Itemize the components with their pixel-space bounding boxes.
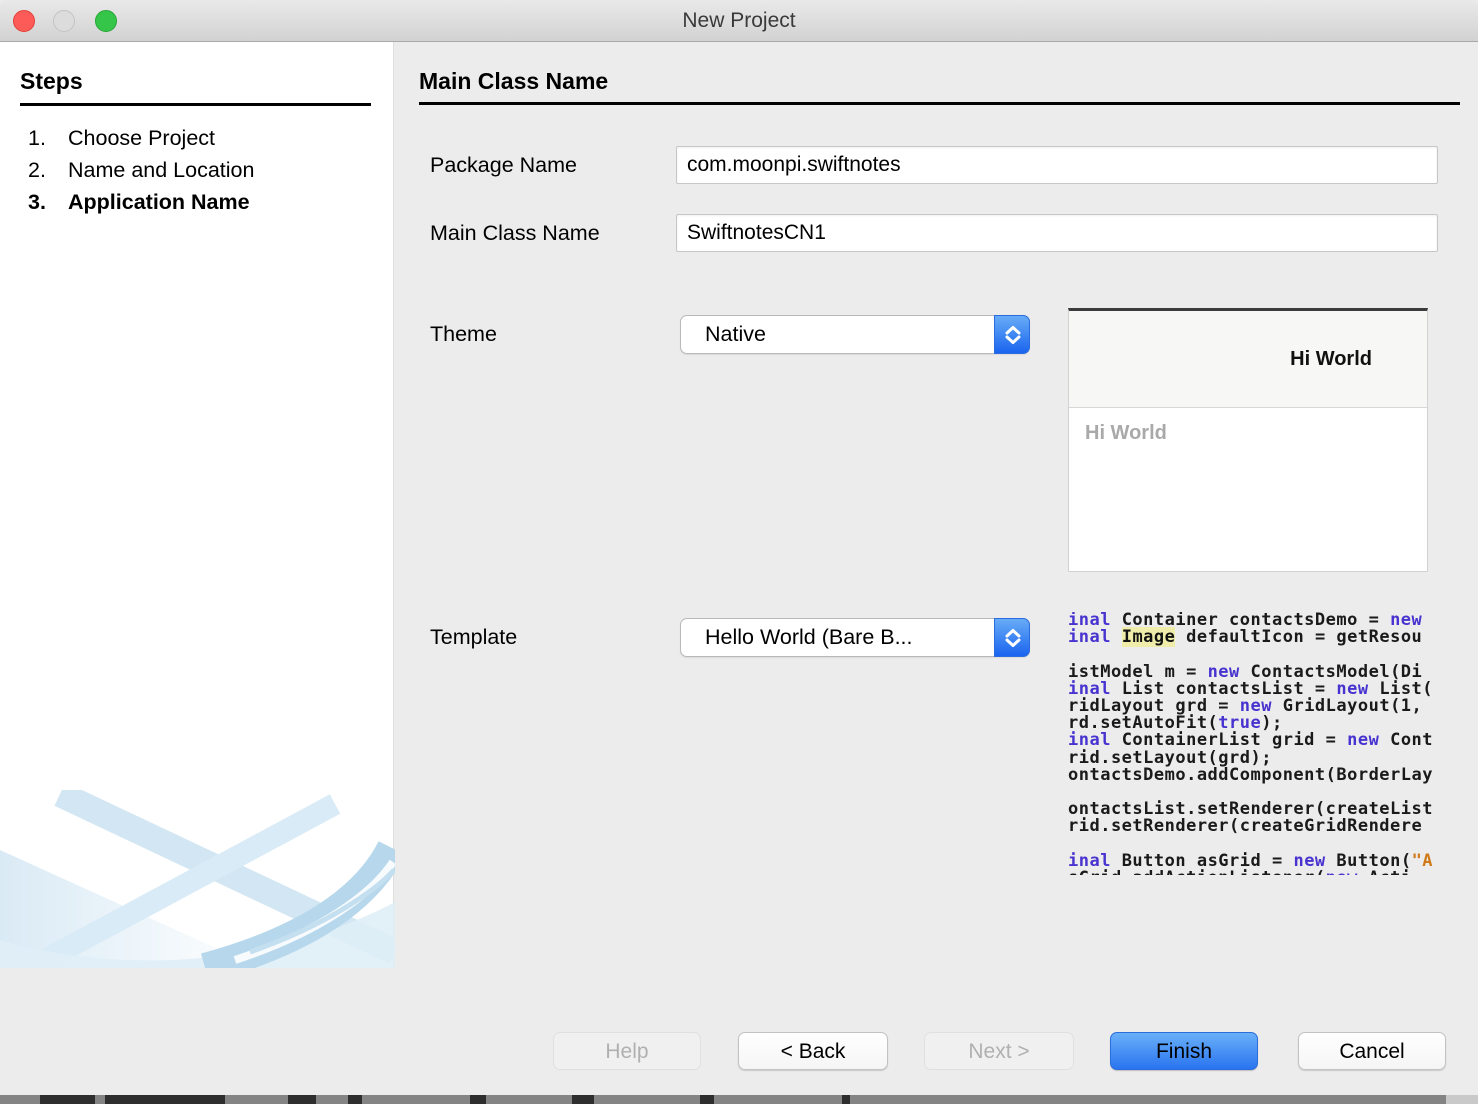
window-fragment <box>288 1095 316 1104</box>
theme-select-value: Native <box>705 316 766 353</box>
next-button[interactable]: Next > <box>924 1032 1074 1070</box>
footer-bar: Help < Back Next > Finish Cancel <box>0 968 1478 1095</box>
window-fragment <box>842 1095 850 1104</box>
background-window-edge <box>0 1095 1478 1104</box>
help-button[interactable]: Help <box>553 1032 701 1070</box>
theme-select[interactable]: Native <box>680 315 1030 354</box>
template-label: Template <box>430 618 517 656</box>
template-select[interactable]: Hello World (Bare B... <box>680 618 1030 657</box>
main-class-name-label: Main Class Name <box>430 214 600 252</box>
wizard-step: 1.Choose Project <box>0 122 393 154</box>
page-title: Main Class Name <box>419 68 1460 105</box>
updown-chevron-icon <box>994 315 1030 354</box>
cancel-button[interactable]: Cancel <box>1298 1032 1446 1070</box>
main-panel: Main Class Name Package Name Main Class … <box>395 42 1478 968</box>
window-fragment <box>40 1095 95 1104</box>
finish-button[interactable]: Finish <box>1110 1032 1258 1070</box>
window-fragment <box>105 1095 225 1104</box>
package-name-input[interactable] <box>676 146 1438 184</box>
wizard-step: 3.Application Name <box>0 186 393 218</box>
window-fragment <box>1446 1095 1478 1104</box>
window-fragment <box>572 1095 594 1104</box>
watermark-graphic <box>0 790 395 968</box>
steps-heading: Steps <box>20 68 371 106</box>
theme-label: Theme <box>430 315 497 353</box>
wizard-step: 2.Name and Location <box>0 154 393 186</box>
new-project-dialog: New Project Steps 1.Choose Project2.Name… <box>0 0 1478 1104</box>
template-code-preview: inal Container contactsDemo = newinal Im… <box>1068 612 1432 875</box>
window-fragment <box>700 1095 714 1104</box>
back-button[interactable]: < Back <box>738 1032 888 1070</box>
window-fragment <box>470 1095 486 1104</box>
titlebar: New Project <box>0 0 1478 42</box>
steps-sidebar: Steps 1.Choose Project2.Name and Locatio… <box>0 42 394 968</box>
main-class-name-input[interactable] <box>676 214 1438 252</box>
window-fragment <box>348 1095 362 1104</box>
theme-preview-image: Hi World Hi World <box>1068 308 1428 572</box>
theme-preview-body-text: Hi World <box>1069 408 1427 445</box>
template-select-value: Hello World (Bare B... <box>705 619 913 656</box>
package-name-label: Package Name <box>430 146 577 184</box>
theme-preview-titlebar-text: Hi World <box>1069 311 1427 408</box>
updown-chevron-icon <box>994 618 1030 657</box>
window-title: New Project <box>0 0 1478 42</box>
steps-list: 1.Choose Project2.Name and Location3.App… <box>0 122 393 218</box>
